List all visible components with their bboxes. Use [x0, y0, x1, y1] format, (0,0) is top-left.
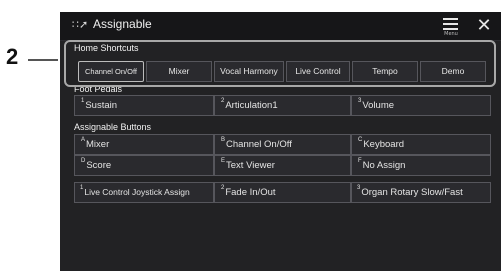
assignable-button-f[interactable]: FNo Assign — [351, 155, 491, 176]
shortcut-tempo[interactable]: Tempo — [352, 61, 418, 82]
foot-pedal-1[interactable]: 1Sustain — [74, 95, 214, 116]
title-bar: ∷➚ Assignable Menu ✕ — [60, 12, 501, 41]
assignable-button-b[interactable]: BChannel On/Off — [214, 134, 351, 155]
page-title: Assignable — [93, 17, 152, 31]
foot-pedals-label: Foot Pedals — [74, 84, 123, 94]
assignable-screen: ∷➚ Assignable Menu ✕ Home Shortcuts Chan… — [60, 12, 501, 271]
shortcut-vocal-harmony[interactable]: Vocal Harmony — [214, 61, 284, 82]
callout-line — [28, 59, 58, 61]
shortcut-live-control[interactable]: Live Control — [286, 61, 350, 82]
home-shortcuts-label: Home Shortcuts — [74, 43, 139, 53]
close-button[interactable]: ✕ — [472, 14, 496, 38]
live-control-assign-3[interactable]: 3Organ Rotary Slow/Fast — [351, 182, 491, 203]
assignable-button-c[interactable]: CKeyboard — [351, 134, 491, 155]
callout-number: 2 — [6, 44, 19, 69]
assignable-button-e[interactable]: EText Viewer — [214, 155, 351, 176]
foot-pedal-2[interactable]: 2Articulation1 — [214, 95, 351, 116]
live-control-assign-1[interactable]: 1Live Control Joystick Assign — [74, 182, 214, 203]
foot-pedal-3[interactable]: 3Volume — [351, 95, 491, 116]
live-control-assign-2[interactable]: 2Fade In/Out — [214, 182, 351, 203]
assignable-buttons-label: Assignable Buttons — [74, 122, 152, 132]
shortcut-mixer[interactable]: Mixer — [146, 61, 212, 82]
assignable-button-d[interactable]: DScore — [74, 155, 214, 176]
shortcut-channel-on-off[interactable]: Channel On/Off — [78, 61, 144, 82]
assignable-button-a[interactable]: AMixer — [74, 134, 214, 155]
close-icon: ✕ — [476, 15, 492, 36]
menu-label: Menu — [444, 31, 458, 37]
shortcut-demo[interactable]: Demo — [420, 61, 486, 82]
assignable-icon: ∷➚ — [72, 18, 89, 31]
